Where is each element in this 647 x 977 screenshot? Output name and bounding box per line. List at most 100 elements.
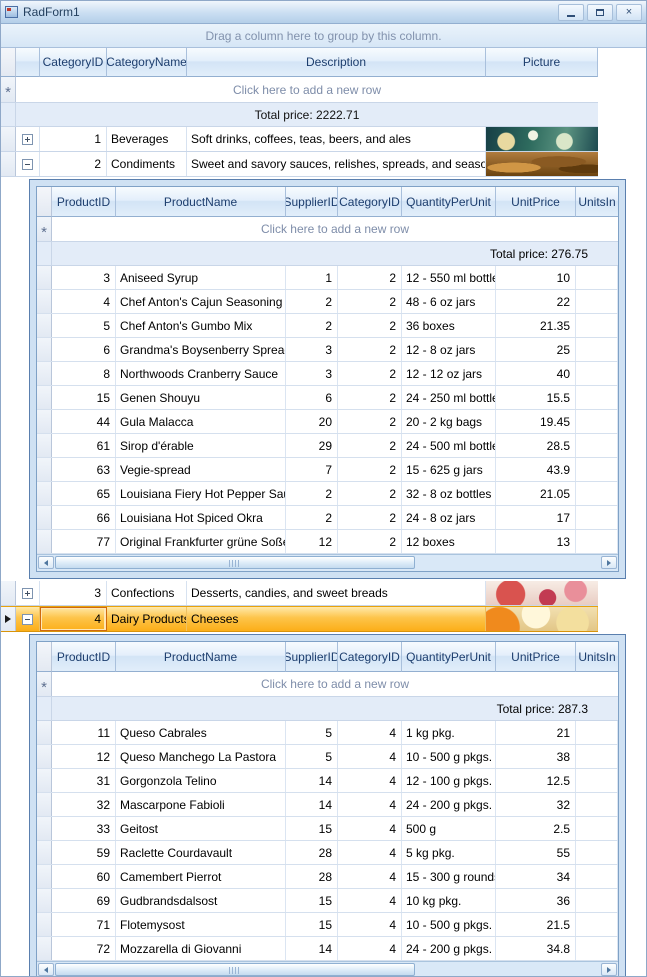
- supplierid-cell[interactable]: 28: [286, 841, 338, 864]
- categoryid-cell[interactable]: 2: [338, 386, 402, 409]
- categoryid-cell[interactable]: 4: [338, 817, 402, 840]
- unitprice-cell[interactable]: 15.5: [496, 386, 576, 409]
- quantityperunit-cell[interactable]: 12 boxes: [402, 530, 496, 553]
- unitsin-cell[interactable]: [576, 865, 618, 888]
- supplierid-cell[interactable]: 14: [286, 769, 338, 792]
- quantityperunit-cell[interactable]: 10 kg pkg.: [402, 889, 496, 912]
- product-row[interactable]: 60 Camembert Pierrot 28 4 15 - 300 g rou…: [37, 865, 618, 889]
- categoryid-cell-current[interactable]: 4: [40, 607, 107, 631]
- unitprice-cell[interactable]: 21.05: [496, 482, 576, 505]
- quantityperunit-cell[interactable]: 10 - 500 g pkgs.: [402, 913, 496, 936]
- column-header-productid[interactable]: ProductID: [52, 187, 116, 217]
- product-row[interactable]: 61 Sirop d'érable 29 2 24 - 500 ml bottl…: [37, 434, 618, 458]
- unitprice-cell[interactable]: 25: [496, 338, 576, 361]
- productid-cell[interactable]: 60: [52, 865, 116, 888]
- expand-cell[interactable]: [16, 581, 40, 605]
- productname-cell[interactable]: Geitost: [116, 817, 286, 840]
- column-header-supplierid[interactable]: SupplierID: [286, 642, 338, 672]
- master-add-new-row[interactable]: * Click here to add a new row: [1, 77, 598, 103]
- picture-cell[interactable]: [486, 127, 598, 151]
- product-row[interactable]: 72 Mozzarella di Giovanni 14 4 24 - 200 …: [37, 937, 618, 961]
- productid-cell[interactable]: 72: [52, 937, 116, 960]
- product-row[interactable]: 3 Aniseed Syrup 1 2 12 - 550 ml bottles …: [37, 266, 618, 290]
- horizontal-scrollbar[interactable]: [37, 554, 618, 571]
- product-row[interactable]: 5 Chef Anton's Gumbo Mix 2 2 36 boxes 21…: [37, 314, 618, 338]
- unitsin-cell[interactable]: [576, 410, 618, 433]
- unitprice-cell[interactable]: 34.8: [496, 937, 576, 960]
- productname-cell[interactable]: Raclette Courdavault: [116, 841, 286, 864]
- unitsin-cell[interactable]: [576, 889, 618, 912]
- quantityperunit-cell[interactable]: 5 kg pkg.: [402, 841, 496, 864]
- productname-cell[interactable]: Vegie-spread: [116, 458, 286, 481]
- collapse-cell[interactable]: [16, 152, 40, 176]
- unitprice-cell[interactable]: 43.9: [496, 458, 576, 481]
- picture-cell[interactable]: [486, 152, 598, 176]
- collapse-minus-icon[interactable]: [22, 158, 33, 170]
- categoryid-cell[interactable]: 4: [338, 865, 402, 888]
- productname-cell[interactable]: Chef Anton's Cajun Seasoning: [116, 290, 286, 313]
- productname-cell[interactable]: Sirop d'érable: [116, 434, 286, 457]
- unitprice-cell[interactable]: 21: [496, 721, 576, 744]
- productname-cell[interactable]: Gudbrandsdalsost: [116, 889, 286, 912]
- unitsin-cell[interactable]: [576, 314, 618, 337]
- quantityperunit-cell[interactable]: 24 - 200 g pkgs.: [402, 793, 496, 816]
- categoryid-cell[interactable]: 3: [40, 581, 107, 605]
- quantityperunit-cell[interactable]: 15 - 625 g jars: [402, 458, 496, 481]
- productname-cell[interactable]: Aniseed Syrup: [116, 266, 286, 289]
- productid-cell[interactable]: 66: [52, 506, 116, 529]
- column-header-categoryid[interactable]: CategoryID: [338, 642, 402, 672]
- supplierid-cell[interactable]: 12: [286, 530, 338, 553]
- scroll-right-button[interactable]: [601, 556, 617, 569]
- product-row[interactable]: 31 Gorgonzola Telino 14 4 12 - 100 g pkg…: [37, 769, 618, 793]
- unitsin-cell[interactable]: [576, 841, 618, 864]
- column-header-unitprice[interactable]: UnitPrice: [496, 642, 576, 672]
- categoryid-cell[interactable]: 2: [338, 314, 402, 337]
- maximize-button[interactable]: [587, 3, 613, 21]
- productname-cell[interactable]: Mozzarella di Giovanni: [116, 937, 286, 960]
- supplierid-cell[interactable]: 29: [286, 434, 338, 457]
- column-header-productname[interactable]: ProductName: [116, 187, 286, 217]
- categoryid-cell[interactable]: 2: [338, 458, 402, 481]
- expand-plus-icon[interactable]: [22, 133, 33, 145]
- productid-cell[interactable]: 15: [52, 386, 116, 409]
- productname-cell[interactable]: Original Frankfurter grüne Soße: [116, 530, 286, 553]
- supplierid-cell[interactable]: 3: [286, 362, 338, 385]
- quantityperunit-cell[interactable]: 12 - 8 oz jars: [402, 338, 496, 361]
- productid-cell[interactable]: 8: [52, 362, 116, 385]
- supplierid-cell[interactable]: 14: [286, 793, 338, 816]
- categoryid-cell[interactable]: 4: [338, 841, 402, 864]
- productname-cell[interactable]: Queso Cabrales: [116, 721, 286, 744]
- supplierid-cell[interactable]: 15: [286, 817, 338, 840]
- productid-cell[interactable]: 63: [52, 458, 116, 481]
- unitprice-cell[interactable]: 40: [496, 362, 576, 385]
- productid-cell[interactable]: 59: [52, 841, 116, 864]
- categoryid-cell[interactable]: 4: [338, 745, 402, 768]
- description-cell[interactable]: Sweet and savory sauces, relishes, sprea…: [187, 152, 486, 176]
- minimize-button[interactable]: [558, 3, 584, 21]
- unitsin-cell[interactable]: [576, 937, 618, 960]
- unitprice-cell[interactable]: 19.45: [496, 410, 576, 433]
- supplierid-cell[interactable]: 6: [286, 386, 338, 409]
- unitsin-cell[interactable]: [576, 745, 618, 768]
- categoryid-cell[interactable]: 4: [338, 889, 402, 912]
- productname-cell[interactable]: Grandma's Boysenberry Spread: [116, 338, 286, 361]
- productid-cell[interactable]: 33: [52, 817, 116, 840]
- column-header-unitsin[interactable]: UnitsIn: [576, 187, 618, 217]
- supplierid-cell[interactable]: 14: [286, 937, 338, 960]
- picture-cell[interactable]: [486, 607, 598, 631]
- productid-cell[interactable]: 32: [52, 793, 116, 816]
- productname-cell[interactable]: Gula Malacca: [116, 410, 286, 433]
- productid-cell[interactable]: 44: [52, 410, 116, 433]
- unitprice-cell[interactable]: 38: [496, 745, 576, 768]
- unitprice-cell[interactable]: 36: [496, 889, 576, 912]
- description-cell[interactable]: Desserts, candies, and sweet breads: [187, 581, 486, 605]
- quantityperunit-cell[interactable]: 24 - 250 ml bottles: [402, 386, 496, 409]
- category-row-dairy-products[interactable]: 4 Dairy Products Cheeses: [1, 606, 598, 632]
- productname-cell[interactable]: Genen Shouyu: [116, 386, 286, 409]
- product-row[interactable]: 32 Mascarpone Fabioli 14 4 24 - 200 g pk…: [37, 793, 618, 817]
- quantityperunit-cell[interactable]: 10 - 500 g pkgs.: [402, 745, 496, 768]
- quantityperunit-cell[interactable]: 12 - 550 ml bottles: [402, 266, 496, 289]
- productid-cell[interactable]: 31: [52, 769, 116, 792]
- product-row[interactable]: 4 Chef Anton's Cajun Seasoning 2 2 48 - …: [37, 290, 618, 314]
- product-row[interactable]: 8 Northwoods Cranberry Sauce 3 2 12 - 12…: [37, 362, 618, 386]
